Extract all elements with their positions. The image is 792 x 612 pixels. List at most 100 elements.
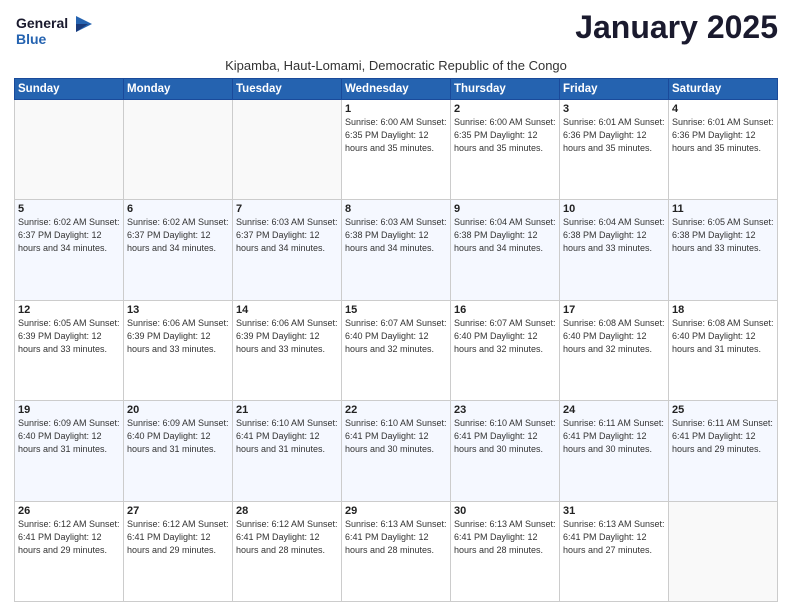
svg-text:Blue: Blue <box>16 31 47 47</box>
table-row: 18Sunrise: 6:08 AM Sunset: 6:40 PM Dayli… <box>669 300 778 400</box>
table-row <box>15 100 124 200</box>
day-number: 11 <box>672 203 774 215</box>
table-row: 27Sunrise: 6:12 AM Sunset: 6:41 PM Dayli… <box>124 501 233 601</box>
col-wednesday: Wednesday <box>342 79 451 100</box>
day-number: 23 <box>454 404 556 416</box>
table-row: 12Sunrise: 6:05 AM Sunset: 6:39 PM Dayli… <box>15 300 124 400</box>
header-row: Sunday Monday Tuesday Wednesday Thursday… <box>15 79 778 100</box>
week-row-4: 19Sunrise: 6:09 AM Sunset: 6:40 PM Dayli… <box>15 401 778 501</box>
week-row-1: 1Sunrise: 6:00 AM Sunset: 6:35 PM Daylig… <box>15 100 778 200</box>
logo: General Blue <box>14 10 94 54</box>
table-row: 8Sunrise: 6:03 AM Sunset: 6:38 PM Daylig… <box>342 200 451 300</box>
table-row: 13Sunrise: 6:06 AM Sunset: 6:39 PM Dayli… <box>124 300 233 400</box>
day-info: Sunrise: 6:09 AM Sunset: 6:40 PM Dayligh… <box>18 417 120 456</box>
day-info: Sunrise: 6:08 AM Sunset: 6:40 PM Dayligh… <box>672 317 774 356</box>
table-row: 28Sunrise: 6:12 AM Sunset: 6:41 PM Dayli… <box>233 501 342 601</box>
day-number: 5 <box>18 203 120 215</box>
subtitle: Kipamba, Haut-Lomami, Democratic Republi… <box>14 58 778 73</box>
col-thursday: Thursday <box>451 79 560 100</box>
table-row: 21Sunrise: 6:10 AM Sunset: 6:41 PM Dayli… <box>233 401 342 501</box>
day-number: 28 <box>236 505 338 517</box>
day-info: Sunrise: 6:11 AM Sunset: 6:41 PM Dayligh… <box>563 417 665 456</box>
table-row: 20Sunrise: 6:09 AM Sunset: 6:40 PM Dayli… <box>124 401 233 501</box>
logo-svg: General Blue <box>14 10 94 54</box>
table-row: 4Sunrise: 6:01 AM Sunset: 6:36 PM Daylig… <box>669 100 778 200</box>
table-row: 25Sunrise: 6:11 AM Sunset: 6:41 PM Dayli… <box>669 401 778 501</box>
day-number: 2 <box>454 103 556 115</box>
col-saturday: Saturday <box>669 79 778 100</box>
day-info: Sunrise: 6:12 AM Sunset: 6:41 PM Dayligh… <box>18 518 120 557</box>
table-row: 29Sunrise: 6:13 AM Sunset: 6:41 PM Dayli… <box>342 501 451 601</box>
day-info: Sunrise: 6:04 AM Sunset: 6:38 PM Dayligh… <box>563 216 665 255</box>
day-info: Sunrise: 6:13 AM Sunset: 6:41 PM Dayligh… <box>563 518 665 557</box>
main-title: January 2025 <box>575 10 778 45</box>
day-number: 20 <box>127 404 229 416</box>
table-row: 3Sunrise: 6:01 AM Sunset: 6:36 PM Daylig… <box>560 100 669 200</box>
day-info: Sunrise: 6:03 AM Sunset: 6:37 PM Dayligh… <box>236 216 338 255</box>
table-row: 16Sunrise: 6:07 AM Sunset: 6:40 PM Dayli… <box>451 300 560 400</box>
day-number: 3 <box>563 103 665 115</box>
day-number: 8 <box>345 203 447 215</box>
table-row: 23Sunrise: 6:10 AM Sunset: 6:41 PM Dayli… <box>451 401 560 501</box>
table-row: 6Sunrise: 6:02 AM Sunset: 6:37 PM Daylig… <box>124 200 233 300</box>
day-info: Sunrise: 6:00 AM Sunset: 6:35 PM Dayligh… <box>345 116 447 155</box>
day-info: Sunrise: 6:05 AM Sunset: 6:39 PM Dayligh… <box>18 317 120 356</box>
table-row: 10Sunrise: 6:04 AM Sunset: 6:38 PM Dayli… <box>560 200 669 300</box>
day-info: Sunrise: 6:03 AM Sunset: 6:38 PM Dayligh… <box>345 216 447 255</box>
table-row: 19Sunrise: 6:09 AM Sunset: 6:40 PM Dayli… <box>15 401 124 501</box>
day-number: 6 <box>127 203 229 215</box>
day-number: 25 <box>672 404 774 416</box>
page: General Blue January 2025 Kipamba, Haut-… <box>0 0 792 612</box>
day-number: 31 <box>563 505 665 517</box>
svg-text:General: General <box>16 15 68 31</box>
title-block: January 2025 <box>575 10 778 45</box>
table-row: 24Sunrise: 6:11 AM Sunset: 6:41 PM Dayli… <box>560 401 669 501</box>
day-info: Sunrise: 6:10 AM Sunset: 6:41 PM Dayligh… <box>345 417 447 456</box>
table-row <box>124 100 233 200</box>
table-row: 2Sunrise: 6:00 AM Sunset: 6:35 PM Daylig… <box>451 100 560 200</box>
day-info: Sunrise: 6:13 AM Sunset: 6:41 PM Dayligh… <box>454 518 556 557</box>
calendar-table: Sunday Monday Tuesday Wednesday Thursday… <box>14 78 778 602</box>
day-number: 4 <box>672 103 774 115</box>
table-row <box>233 100 342 200</box>
table-row: 7Sunrise: 6:03 AM Sunset: 6:37 PM Daylig… <box>233 200 342 300</box>
day-number: 29 <box>345 505 447 517</box>
day-number: 27 <box>127 505 229 517</box>
day-info: Sunrise: 6:02 AM Sunset: 6:37 PM Dayligh… <box>18 216 120 255</box>
day-info: Sunrise: 6:12 AM Sunset: 6:41 PM Dayligh… <box>127 518 229 557</box>
table-row: 11Sunrise: 6:05 AM Sunset: 6:38 PM Dayli… <box>669 200 778 300</box>
day-number: 17 <box>563 304 665 316</box>
day-number: 12 <box>18 304 120 316</box>
table-row: 14Sunrise: 6:06 AM Sunset: 6:39 PM Dayli… <box>233 300 342 400</box>
day-number: 14 <box>236 304 338 316</box>
day-info: Sunrise: 6:07 AM Sunset: 6:40 PM Dayligh… <box>345 317 447 356</box>
table-row: 30Sunrise: 6:13 AM Sunset: 6:41 PM Dayli… <box>451 501 560 601</box>
day-number: 21 <box>236 404 338 416</box>
day-number: 7 <box>236 203 338 215</box>
day-number: 22 <box>345 404 447 416</box>
day-number: 10 <box>563 203 665 215</box>
day-number: 1 <box>345 103 447 115</box>
day-number: 24 <box>563 404 665 416</box>
week-row-5: 26Sunrise: 6:12 AM Sunset: 6:41 PM Dayli… <box>15 501 778 601</box>
table-row: 5Sunrise: 6:02 AM Sunset: 6:37 PM Daylig… <box>15 200 124 300</box>
day-info: Sunrise: 6:12 AM Sunset: 6:41 PM Dayligh… <box>236 518 338 557</box>
table-row: 9Sunrise: 6:04 AM Sunset: 6:38 PM Daylig… <box>451 200 560 300</box>
week-row-2: 5Sunrise: 6:02 AM Sunset: 6:37 PM Daylig… <box>15 200 778 300</box>
day-info: Sunrise: 6:10 AM Sunset: 6:41 PM Dayligh… <box>454 417 556 456</box>
table-row <box>669 501 778 601</box>
table-row: 17Sunrise: 6:08 AM Sunset: 6:40 PM Dayli… <box>560 300 669 400</box>
day-info: Sunrise: 6:06 AM Sunset: 6:39 PM Dayligh… <box>236 317 338 356</box>
table-row: 31Sunrise: 6:13 AM Sunset: 6:41 PM Dayli… <box>560 501 669 601</box>
day-number: 26 <box>18 505 120 517</box>
col-friday: Friday <box>560 79 669 100</box>
col-sunday: Sunday <box>15 79 124 100</box>
day-info: Sunrise: 6:10 AM Sunset: 6:41 PM Dayligh… <box>236 417 338 456</box>
day-info: Sunrise: 6:13 AM Sunset: 6:41 PM Dayligh… <box>345 518 447 557</box>
day-info: Sunrise: 6:08 AM Sunset: 6:40 PM Dayligh… <box>563 317 665 356</box>
day-info: Sunrise: 6:04 AM Sunset: 6:38 PM Dayligh… <box>454 216 556 255</box>
table-row: 15Sunrise: 6:07 AM Sunset: 6:40 PM Dayli… <box>342 300 451 400</box>
day-number: 9 <box>454 203 556 215</box>
day-number: 15 <box>345 304 447 316</box>
day-info: Sunrise: 6:01 AM Sunset: 6:36 PM Dayligh… <box>672 116 774 155</box>
